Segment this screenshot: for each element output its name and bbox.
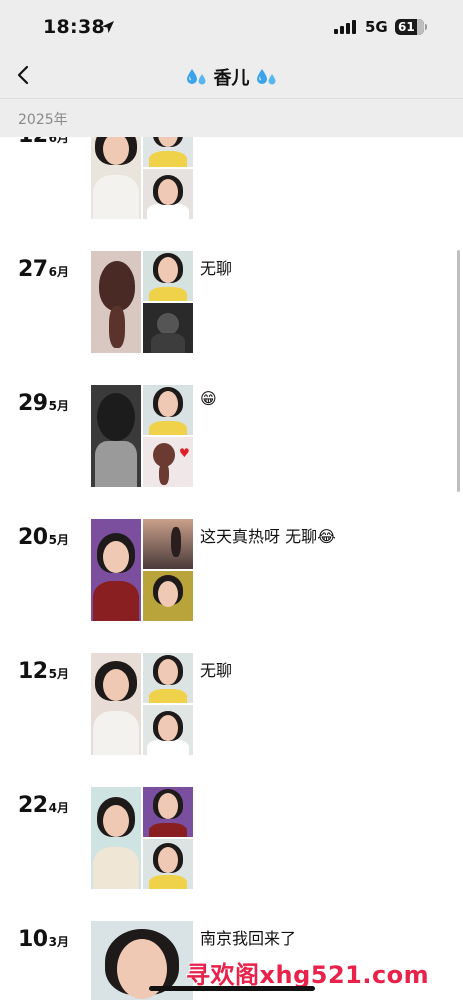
entry-date: 295月 — [18, 391, 69, 416]
entry-caption: 这天真热呀 无聊😂 — [200, 527, 336, 546]
entry-date: 276月 — [18, 257, 69, 282]
location-arrow-icon — [102, 21, 114, 33]
entry-day: 27 — [18, 257, 48, 282]
signal-bars-icon — [334, 20, 358, 34]
entry-day: 10 — [18, 927, 48, 952]
moment-entry[interactable]: 125月 无聊 — [0, 653, 463, 757]
photo-thumbnail[interactable] — [143, 839, 193, 889]
moment-entry[interactable]: 295月 ♥ 😁 — [0, 385, 463, 489]
entry-month: 5月 — [48, 399, 69, 413]
year-label: 2025年 — [18, 112, 68, 128]
photo-thumbnail[interactable] — [143, 303, 193, 353]
entry-caption: 无聊 — [200, 661, 233, 680]
entry-month: 5月 — [48, 667, 69, 681]
photo-thumbnail[interactable] — [143, 571, 193, 621]
nav-bar: 香儿 — [0, 54, 463, 98]
photo-thumbnail[interactable] — [91, 251, 141, 353]
photo-thumbnail[interactable] — [91, 787, 141, 889]
entry-date: 125月 — [18, 659, 69, 684]
photo-thumbnail[interactable] — [143, 705, 193, 755]
entry-date: 126月 — [18, 137, 69, 148]
entry-day: 20 — [18, 525, 48, 550]
entry-month: 3月 — [48, 935, 69, 949]
moment-entry[interactable]: 276月 无聊 — [0, 251, 463, 355]
status-time: 18:38 — [43, 16, 105, 38]
page-title: 香儿 — [0, 64, 463, 90]
photo-thumbnail[interactable] — [143, 519, 193, 569]
photo-grid[interactable] — [91, 519, 193, 621]
entry-month: 6月 — [48, 137, 69, 145]
entry-caption: 无聊 — [200, 259, 233, 278]
battery-icon: 61 — [395, 19, 424, 35]
photo-grid[interactable] — [91, 787, 193, 889]
sweat-droplets-icon — [186, 69, 205, 85]
moment-entry[interactable]: 224月 — [0, 787, 463, 891]
photo-grid[interactable] — [91, 251, 193, 353]
entry-caption: 南京我回来了 — [200, 929, 297, 948]
watermark: 寻欢阁xhg521.com — [186, 961, 430, 989]
entry-date: 205月 — [18, 525, 69, 550]
entry-month: 5月 — [48, 533, 69, 547]
entry-caption: 😁 — [200, 389, 217, 408]
photo-thumbnail[interactable] — [143, 169, 193, 219]
network-type: 5G — [365, 18, 388, 36]
photo-thumbnail[interactable] — [91, 385, 141, 487]
photo-grid[interactable] — [91, 653, 193, 755]
entry-month: 6月 — [48, 265, 69, 279]
entry-month: 4月 — [48, 801, 69, 815]
entry-day: 12 — [18, 659, 48, 684]
photo-grid[interactable]: ♥ — [91, 385, 193, 487]
moments-feed[interactable]: 126月 276月 — [0, 137, 463, 1000]
sweat-droplets-icon — [256, 69, 275, 85]
photo-thumbnail[interactable] — [91, 653, 141, 755]
year-header: 2025年 — [0, 98, 463, 137]
photo-thumbnail[interactable]: ♥ — [143, 437, 193, 487]
moment-entry[interactable]: 205月 这天真热呀 无聊😂 — [0, 519, 463, 623]
photo-thumbnail[interactable] — [143, 787, 193, 837]
photo-thumbnail[interactable] — [143, 137, 193, 167]
photo-grid[interactable] — [91, 137, 193, 219]
entry-date: 103月 — [18, 927, 69, 952]
page-title-text: 香儿 — [213, 68, 250, 89]
entry-day: 29 — [18, 391, 48, 416]
entry-date: 224月 — [18, 793, 69, 818]
home-indicator[interactable] — [149, 986, 315, 991]
battery-cap — [425, 24, 427, 30]
photo-thumbnail[interactable] — [143, 653, 193, 703]
photo-thumbnail[interactable] — [91, 519, 141, 621]
status-bar: 18:38 5G 61 — [0, 0, 463, 54]
scrollbar[interactable] — [457, 250, 460, 492]
photo-thumbnail[interactable] — [143, 385, 193, 435]
entry-day: 22 — [18, 793, 48, 818]
photo-thumbnail[interactable] — [91, 137, 141, 219]
entry-day: 12 — [18, 137, 48, 148]
photo-thumbnail[interactable] — [143, 251, 193, 301]
battery-level: 61 — [398, 20, 415, 34]
moment-entry[interactable]: 126月 — [0, 137, 463, 221]
